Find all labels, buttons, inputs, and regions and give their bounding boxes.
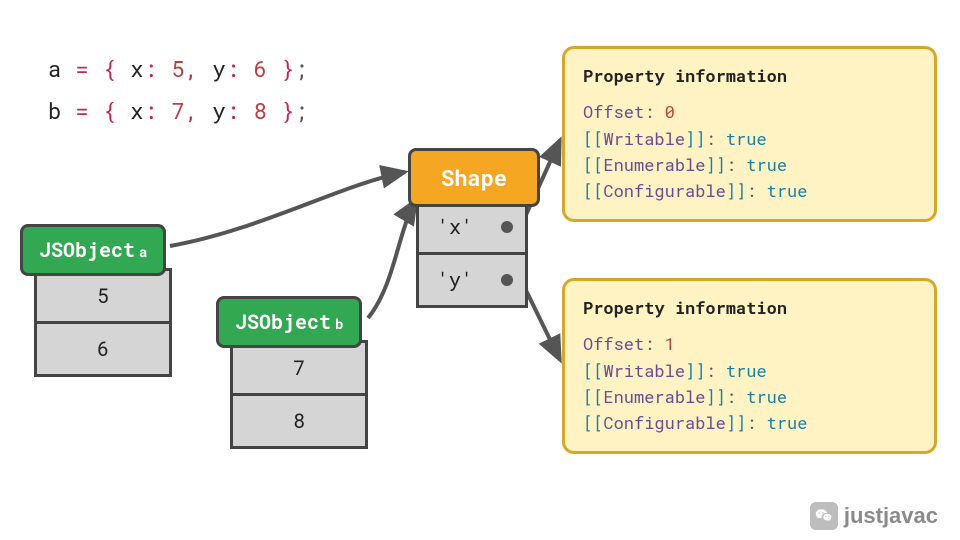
shape-slot-y: 'y' — [419, 255, 525, 305]
jsobject-b: JSObjectb 7 8 — [216, 296, 368, 449]
jsobject-a-val0: 5 — [37, 271, 169, 324]
property-info-y: Property information Offset: 1 [[Writabl… — [562, 278, 937, 454]
code-line-b: b = { x: 7, y: 8 }; — [48, 96, 308, 125]
jsobject-a: JSObjecta 5 6 — [20, 224, 172, 377]
connector-dot-icon — [501, 221, 513, 233]
wechat-icon — [810, 502, 838, 530]
shape-slot-x: 'x' — [419, 202, 525, 255]
jsobject-b-val0: 7 — [233, 343, 365, 396]
shape-header: Shape — [408, 148, 540, 207]
watermark: justjavac — [810, 502, 938, 530]
jsobject-b-val1: 8 — [233, 396, 365, 446]
property-info-title: Property information — [583, 63, 916, 89]
code-line-a: a = { x: 5, y: 6 }; — [48, 54, 308, 83]
jsobject-a-val1: 6 — [37, 324, 169, 374]
jsobject-a-header: JSObjecta — [20, 224, 166, 276]
jsobject-b-header: JSObjectb — [216, 296, 362, 348]
connector-dot-icon — [501, 274, 513, 286]
property-info-title: Property information — [583, 295, 916, 321]
property-info-x: Property information Offset: 0 [[Writabl… — [562, 46, 937, 222]
shape-box: Shape 'x' 'y' — [408, 148, 540, 308]
